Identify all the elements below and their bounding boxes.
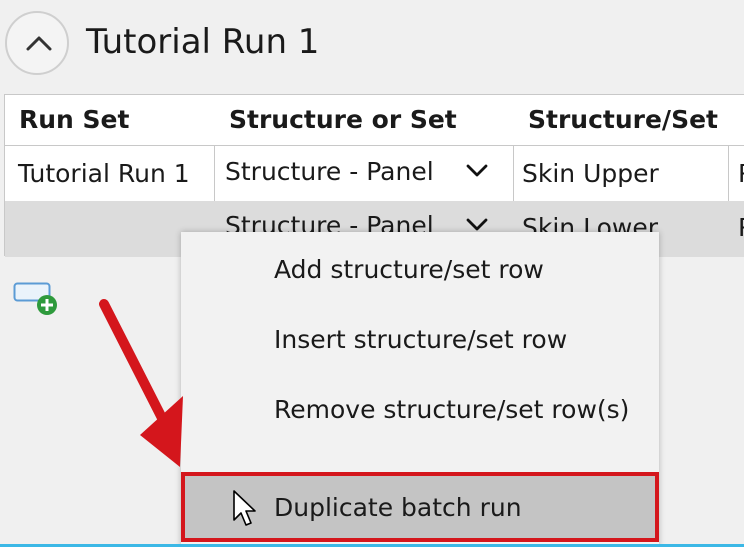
red-arrow-annotation <box>99 299 183 467</box>
